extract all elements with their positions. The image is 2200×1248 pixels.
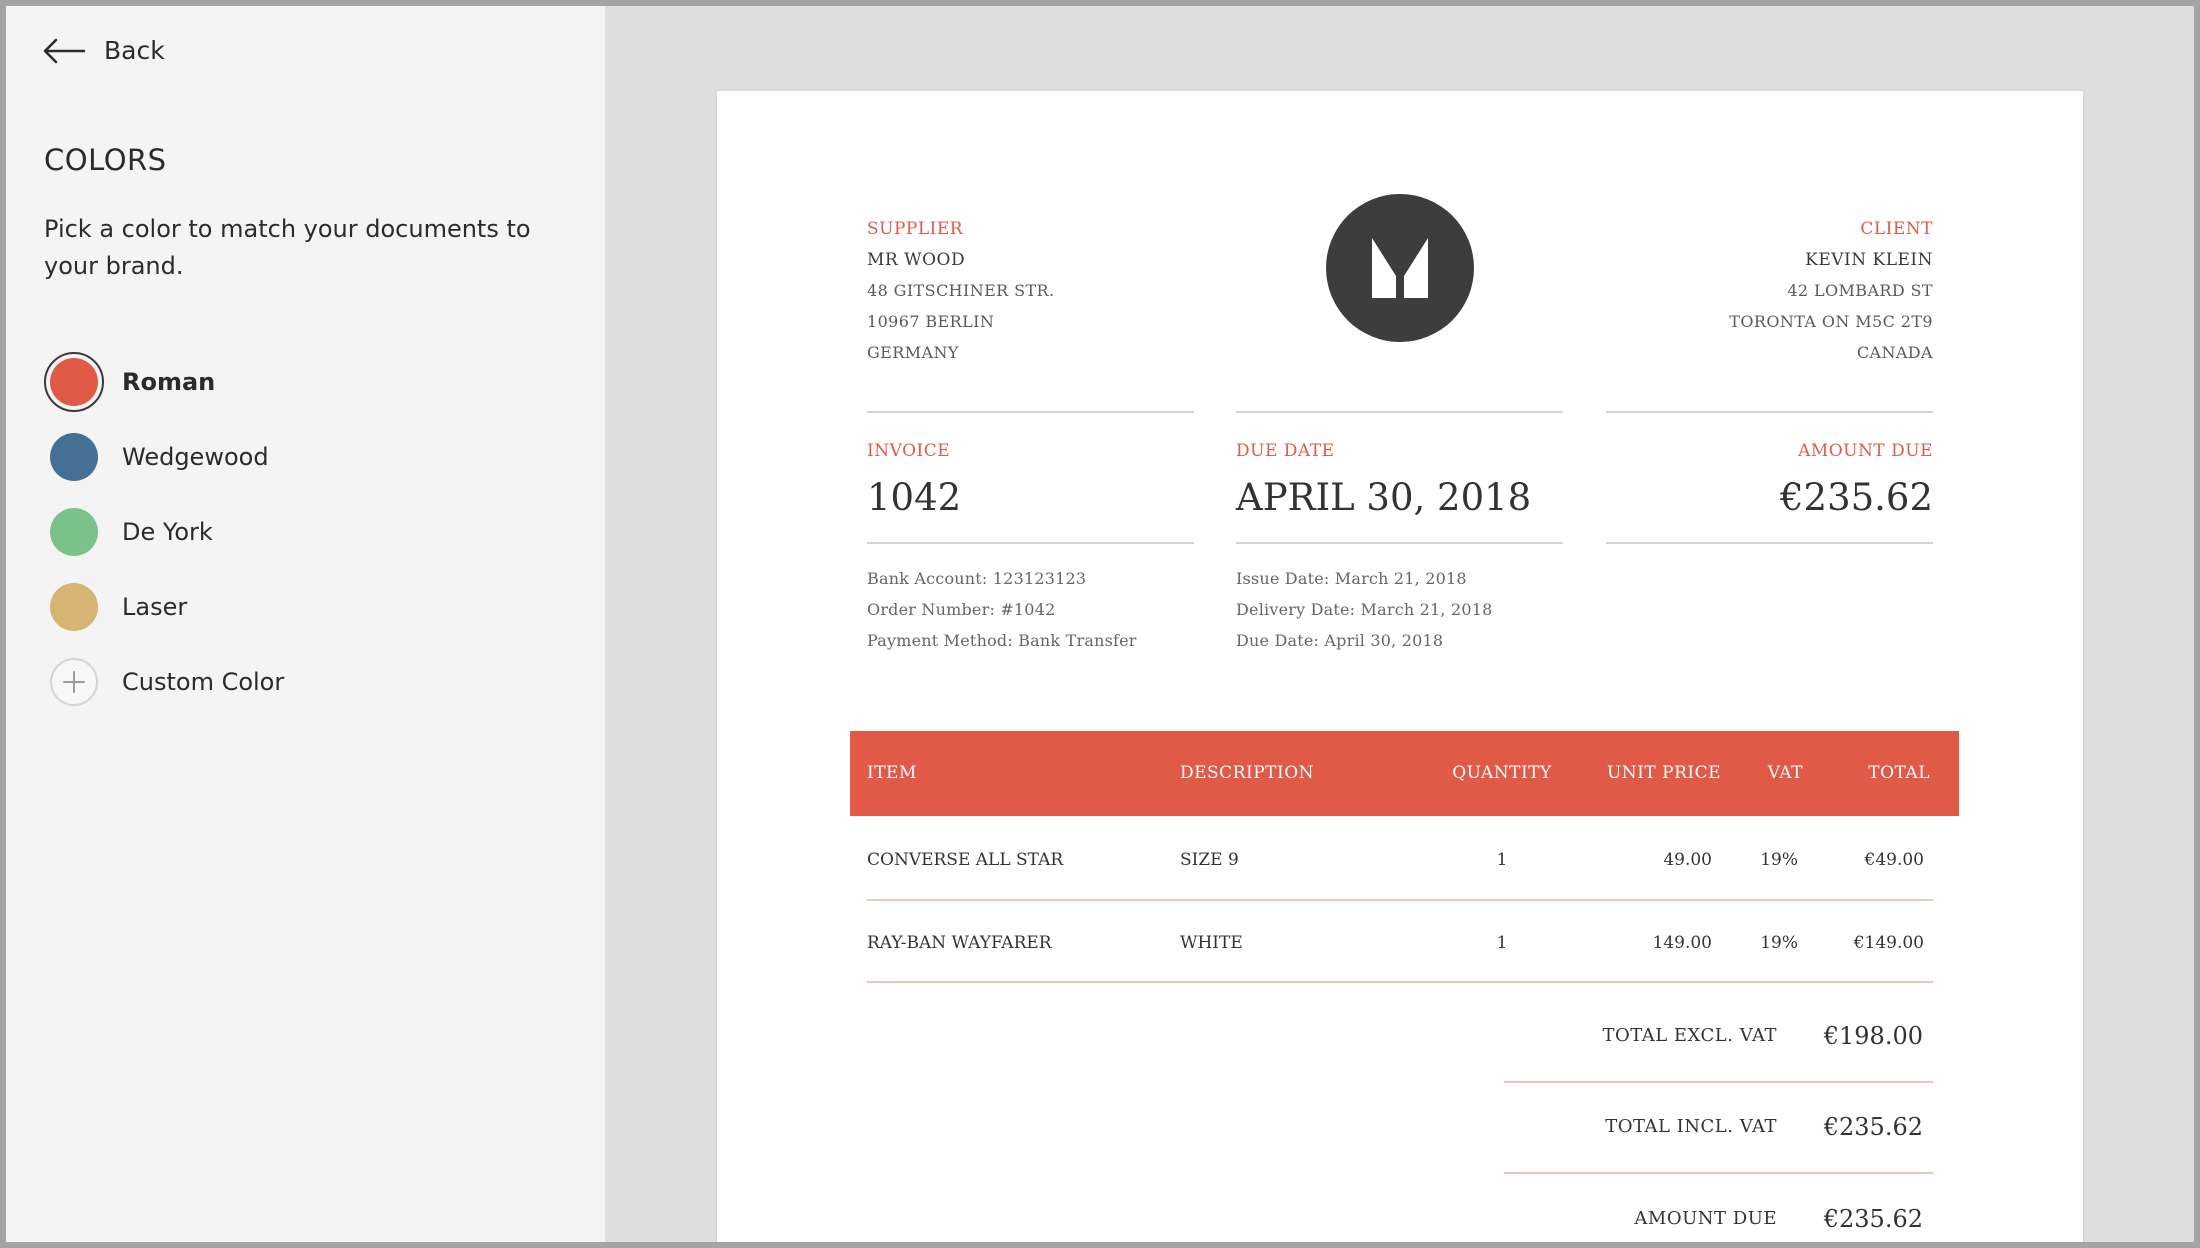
due-date-value: APRIL 30, 2018	[1236, 476, 1532, 519]
total-incl-vat-value: €235.62	[1823, 1113, 1923, 1141]
cell-unit-price: 149.00	[1652, 933, 1712, 953]
supplier-address-line: 48 GITSCHINER STR.	[867, 281, 1055, 300]
plus-icon	[63, 670, 85, 693]
divider	[1606, 542, 1933, 544]
date-details: Issue Date: March 21, 2018 Delivery Date…	[1236, 569, 1493, 662]
cell-total: €49.00	[1864, 850, 1924, 870]
detail-line: Issue Date: March 21, 2018	[1236, 569, 1467, 588]
app-window: Back COLORS Pick a color to match your d…	[6, 6, 2194, 1242]
custom-color-swatch	[50, 657, 98, 706]
supplier-heading: SUPPLIER	[867, 219, 964, 239]
color-option-custom[interactable]: Custom Color	[44, 644, 284, 719]
invoice-number: 1042	[867, 476, 962, 519]
color-label: Custom Color	[122, 667, 285, 696]
cell-description: WHITE	[1180, 933, 1243, 953]
color-option-laser[interactable]: Laser	[44, 569, 284, 644]
color-option-de-york[interactable]: De York	[44, 494, 284, 569]
color-swatch	[50, 432, 98, 481]
back-label: Back	[104, 36, 165, 65]
divider	[867, 542, 1194, 544]
row-divider	[1504, 1081, 1933, 1083]
table-row: CONVERSE ALL STAR SIZE 9 1 49.00 19% €49…	[867, 816, 1933, 899]
row-divider	[867, 981, 1933, 983]
total-excl-vat-label: TOTAL EXCL. VAT	[1602, 1025, 1777, 1046]
amount-due-value: €235.62	[1779, 476, 1933, 519]
client-heading: CLIENT	[1860, 219, 1933, 239]
divider	[867, 411, 1194, 413]
color-label: De York	[122, 517, 213, 546]
due-date-label: DUE DATE	[1236, 441, 1335, 461]
cell-quantity: 1	[1496, 933, 1508, 953]
supplier-block: SUPPLIER MR WOOD 48 GITSCHINER STR. 1096…	[867, 219, 1054, 374]
cell-quantity: 1	[1496, 850, 1508, 870]
color-label: Wedgewood	[122, 442, 269, 471]
client-block: CLIENT KEVIN KLEIN 42 LOMBARD ST TORONTA…	[1729, 219, 1933, 374]
section-title: COLORS	[44, 143, 167, 177]
column-header-description: DESCRIPTION	[1180, 763, 1315, 783]
color-settings-sidebar: Back COLORS Pick a color to match your d…	[6, 6, 605, 1242]
color-option-roman[interactable]: Roman	[44, 344, 284, 419]
invoice-document: SUPPLIER MR WOOD 48 GITSCHINER STR. 1096…	[717, 91, 2083, 1242]
detail-line: Bank Account: 123123123	[867, 569, 1087, 588]
color-swatch-ring	[44, 577, 104, 637]
detail-line: Order Number: #1042	[867, 600, 1056, 619]
back-button[interactable]: Back	[42, 36, 165, 65]
color-swatch-ring	[44, 502, 104, 562]
color-swatch-ring	[44, 351, 104, 412]
m-logo-icon	[1372, 238, 1428, 298]
color-swatch	[50, 507, 98, 556]
client-address-line: TORONTA ON M5C 2T9	[1729, 312, 1933, 331]
detail-line: Due Date: April 30, 2018	[1236, 631, 1444, 650]
payment-details: Bank Account: 123123123 Order Number: #1…	[867, 569, 1137, 662]
arrow-left-icon	[43, 38, 86, 63]
company-logo	[1326, 194, 1474, 342]
items-table-header: ITEM DESCRIPTION QUANTITY UNIT PRICE VAT…	[850, 731, 1959, 816]
column-header-vat: VAT	[1767, 763, 1803, 783]
color-swatch-ring	[44, 652, 104, 712]
invoice-number-label: INVOICE	[867, 441, 951, 461]
row-divider	[1504, 1172, 1933, 1174]
invoice-preview-area: SUPPLIER MR WOOD 48 GITSCHINER STR. 1096…	[605, 6, 2194, 1242]
section-description: Pick a color to match your documents to …	[44, 215, 531, 280]
table-row: RAY-BAN WAYFARER WHITE 1 149.00 19% €149…	[867, 899, 1933, 982]
total-incl-vat-label: TOTAL INCL. VAT	[1605, 1116, 1777, 1137]
color-label: Roman	[122, 367, 216, 396]
divider	[1606, 411, 1933, 413]
color-option-wedgewood[interactable]: Wedgewood	[44, 419, 284, 494]
client-address-line: 42 LOMBARD ST	[1787, 281, 1933, 300]
cell-description: SIZE 9	[1180, 850, 1239, 870]
detail-line: Delivery Date: March 21, 2018	[1236, 600, 1493, 619]
color-swatch	[50, 357, 98, 406]
divider	[1236, 542, 1563, 544]
column-header-total: TOTAL	[1868, 763, 1930, 783]
color-options: Roman Wedgewood De York Laser Custom Col…	[44, 344, 284, 719]
column-header-unit-price: UNIT PRICE	[1606, 763, 1721, 783]
cell-vat: 19%	[1760, 933, 1798, 953]
total-excl-vat-value: €198.00	[1823, 1022, 1923, 1050]
column-header-quantity: QUANTITY	[1452, 763, 1552, 783]
color-swatch	[50, 582, 98, 631]
cell-total: €149.00	[1853, 933, 1924, 953]
cell-item: CONVERSE ALL STAR	[867, 850, 1064, 870]
amount-due-total-value: €235.62	[1823, 1205, 1923, 1233]
cell-item: RAY-BAN WAYFARER	[867, 933, 1052, 953]
cell-vat: 19%	[1760, 850, 1798, 870]
client-name: KEVIN KLEIN	[1805, 250, 1933, 270]
column-header-item: ITEM	[867, 763, 917, 783]
color-swatch-ring	[44, 427, 104, 487]
color-label: Laser	[122, 592, 188, 621]
supplier-address-line: GERMANY	[867, 343, 959, 362]
supplier-name: MR WOOD	[867, 250, 966, 270]
detail-line: Payment Method: Bank Transfer	[867, 631, 1137, 650]
divider	[1236, 411, 1563, 413]
client-address-line: CANADA	[1856, 343, 1933, 362]
cell-unit-price: 49.00	[1663, 850, 1712, 870]
amount-due-total-label: AMOUNT DUE	[1634, 1208, 1777, 1229]
supplier-address-line: 10967 BERLIN	[867, 312, 995, 331]
amount-due-label: AMOUNT DUE	[1798, 441, 1933, 461]
